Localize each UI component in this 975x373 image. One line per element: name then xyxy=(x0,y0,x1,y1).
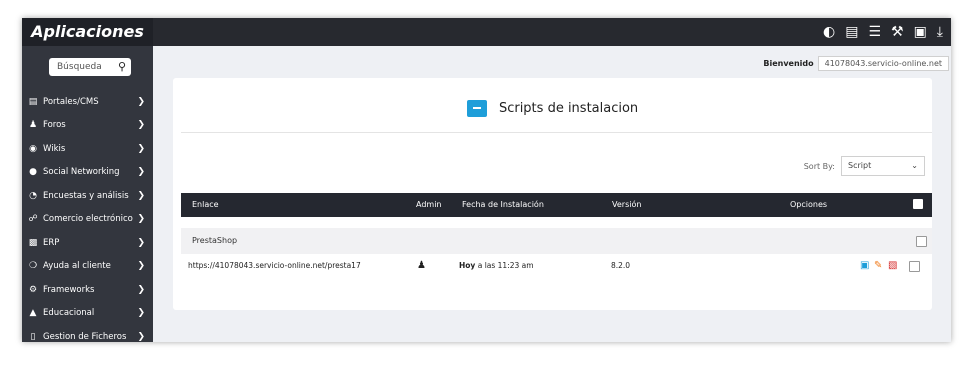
column-header-admin: Admin xyxy=(416,200,442,209)
install-version: 8.2.0 xyxy=(611,261,631,270)
files-icon: ▯ xyxy=(30,331,36,342)
row-checkbox[interactable] xyxy=(909,261,920,274)
install-link[interactable]: https://41078043.servicio-online.net/pre… xyxy=(188,254,361,278)
sort-label: Sort By: xyxy=(803,161,835,171)
chevron-right-icon: ❯ xyxy=(137,96,145,107)
delete-trash-icon[interactable]: ▧ xyxy=(888,254,897,278)
sidebar-item-social[interactable]: ● Social Networking ❯ xyxy=(22,161,153,185)
sidebar: Búsqueda ⚲ ▤ Portales/CMS ❯ ♟ Foros ❯ ◉ … xyxy=(22,46,153,342)
download-icon[interactable]: ⤓ xyxy=(937,18,943,46)
gears-icon: ⚙ xyxy=(28,284,38,295)
pie-chart-icon: ◔ xyxy=(29,190,37,201)
table-header: Enlace Admin Fecha de Instalación Versió… xyxy=(181,193,932,217)
sidebar-item-label: Portales/CMS xyxy=(43,96,99,107)
sidebar-item-label: Encuestas y análisis xyxy=(43,190,129,201)
bar-chart-icon: ▩ xyxy=(28,237,38,248)
chat-icon: ● xyxy=(29,167,37,178)
divider xyxy=(181,132,932,133)
sidebar-item-ayuda[interactable]: ❍ Ayuda al cliente ❯ xyxy=(22,255,153,279)
chevron-right-icon: ❯ xyxy=(137,237,145,248)
group-label: PrestaShop xyxy=(192,236,238,245)
page-title: Scripts de instalacion xyxy=(173,100,932,117)
archive-icon xyxy=(466,100,487,117)
chevron-right-icon: ❯ xyxy=(137,167,145,178)
sidebar-item-frameworks[interactable]: ⚙ Frameworks ❯ xyxy=(22,278,153,302)
select-all-checkbox[interactable] xyxy=(913,199,923,209)
wrench-icon[interactable]: ⚒ xyxy=(891,18,904,46)
chevron-right-icon: ❯ xyxy=(137,261,145,272)
sidebar-item-portales[interactable]: ▤ Portales/CMS ❯ xyxy=(22,90,153,114)
sort-control: Sort By: Script ⌄ xyxy=(804,156,925,176)
column-header-version: Versión xyxy=(612,200,642,209)
sidebar-item-label: Gestion de Ficheros xyxy=(43,331,127,342)
graduation-cap-icon: ▲ xyxy=(29,308,37,319)
column-header-date: Fecha de Instalación xyxy=(462,200,544,209)
sidebar-item-ficheros[interactable]: ▯ Gestion de Ficheros ❯ xyxy=(22,325,153,342)
sidebar-item-label: Social Networking xyxy=(43,167,120,178)
brand-title: Aplicaciones xyxy=(22,18,153,46)
column-header-options: Opciones xyxy=(790,200,828,209)
sidebar-item-foros[interactable]: ♟ Foros ❯ xyxy=(22,114,153,138)
domain-value: 41078043.servicio-online.net xyxy=(824,59,942,68)
user-greeting: Bienvenido 41078043.servicio-online.net xyxy=(763,56,949,71)
app-window: Aplicaciones ◐ ▤ ☰ ⚒ ▣ ⤓ Búsqueda ⚲ ▤ Po… xyxy=(22,18,951,342)
chevron-right-icon: ❯ xyxy=(137,214,145,225)
search-placeholder: Búsqueda xyxy=(57,62,102,72)
sort-select[interactable]: Script ⌄ xyxy=(841,156,925,176)
dashboard-icon[interactable]: ◐ xyxy=(823,18,835,46)
chevron-right-icon: ❯ xyxy=(137,143,145,154)
top-toolbar: ◐ ▤ ☰ ⚒ ▣ ⤓ xyxy=(823,18,943,46)
sidebar-item-label: Foros xyxy=(43,120,66,131)
cart-icon: ☍ xyxy=(28,214,38,225)
edit-pencil-icon[interactable]: ✎ xyxy=(874,254,882,278)
chevron-right-icon: ❯ xyxy=(137,284,145,295)
sidebar-item-label: Ayuda al cliente xyxy=(43,261,111,272)
chevron-right-icon: ❯ xyxy=(137,190,145,201)
sort-value: Script xyxy=(848,161,872,170)
sidebar-item-educacional[interactable]: ▲ Educacional ❯ xyxy=(22,302,153,326)
sidebar-item-wikis[interactable]: ◉ Wikis ❯ xyxy=(22,137,153,161)
sidebar-item-label: Comercio electrónico xyxy=(43,214,133,225)
welcome-label: Bienvenido xyxy=(763,59,814,68)
table-group-row: PrestaShop xyxy=(181,228,932,254)
install-date-day: Hoy xyxy=(459,261,476,270)
sidebar-item-comercio[interactable]: ☍ Comercio electrónico ❯ xyxy=(22,208,153,232)
domain-select[interactable]: 41078043.servicio-online.net xyxy=(817,56,949,71)
page-title-text: Scripts de instalacion xyxy=(498,101,639,116)
group-checkbox[interactable] xyxy=(916,236,927,247)
help-icon: ❍ xyxy=(28,261,38,272)
chevron-right-icon: ❯ xyxy=(137,331,145,342)
chevron-right-icon: ❯ xyxy=(137,308,145,319)
sidebar-item-label: Frameworks xyxy=(43,284,95,295)
sidebar-nav: ▤ Portales/CMS ❯ ♟ Foros ❯ ◉ Wikis ❯ ● S… xyxy=(22,90,153,342)
globe-icon: ◉ xyxy=(29,143,37,154)
chevron-down-icon: ⌄ xyxy=(911,161,918,170)
row-checkbox-box xyxy=(909,261,920,272)
install-date: Hoy a las 11:23 am xyxy=(459,254,534,278)
install-date-time: a las 11:23 am xyxy=(475,261,534,270)
users-icon: ♟ xyxy=(28,120,38,131)
sidebar-item-label: ERP xyxy=(43,237,60,248)
backup-icon[interactable]: ▣ xyxy=(860,254,869,278)
inbox-icon[interactable]: ▤ xyxy=(845,18,858,46)
chevron-right-icon: ❯ xyxy=(137,120,145,131)
table-row: https://41078043.servicio-online.net/pre… xyxy=(181,254,932,278)
search-icon[interactable]: ⚲ xyxy=(118,58,126,76)
sidebar-item-label: Wikis xyxy=(43,143,66,154)
sidebar-item-encuestas[interactable]: ◔ Encuestas y análisis ❯ xyxy=(22,184,153,208)
search-input[interactable]: Búsqueda ⚲ xyxy=(49,58,131,76)
briefcase-icon[interactable]: ▣ xyxy=(914,18,927,46)
sidebar-item-label: Educacional xyxy=(43,308,95,319)
sidebar-item-erp[interactable]: ▩ ERP ❯ xyxy=(22,231,153,255)
column-header-link: Enlace xyxy=(192,200,219,209)
list-icon: ▤ xyxy=(28,96,38,107)
top-bar: Aplicaciones ◐ ▤ ☰ ⚒ ▣ ⤓ xyxy=(22,18,951,46)
list-icon[interactable]: ☰ xyxy=(868,18,881,46)
scripts-card: Scripts de instalacion Sort By: Script ⌄… xyxy=(173,78,932,310)
admin-user-icon[interactable]: ♟ xyxy=(417,254,426,278)
